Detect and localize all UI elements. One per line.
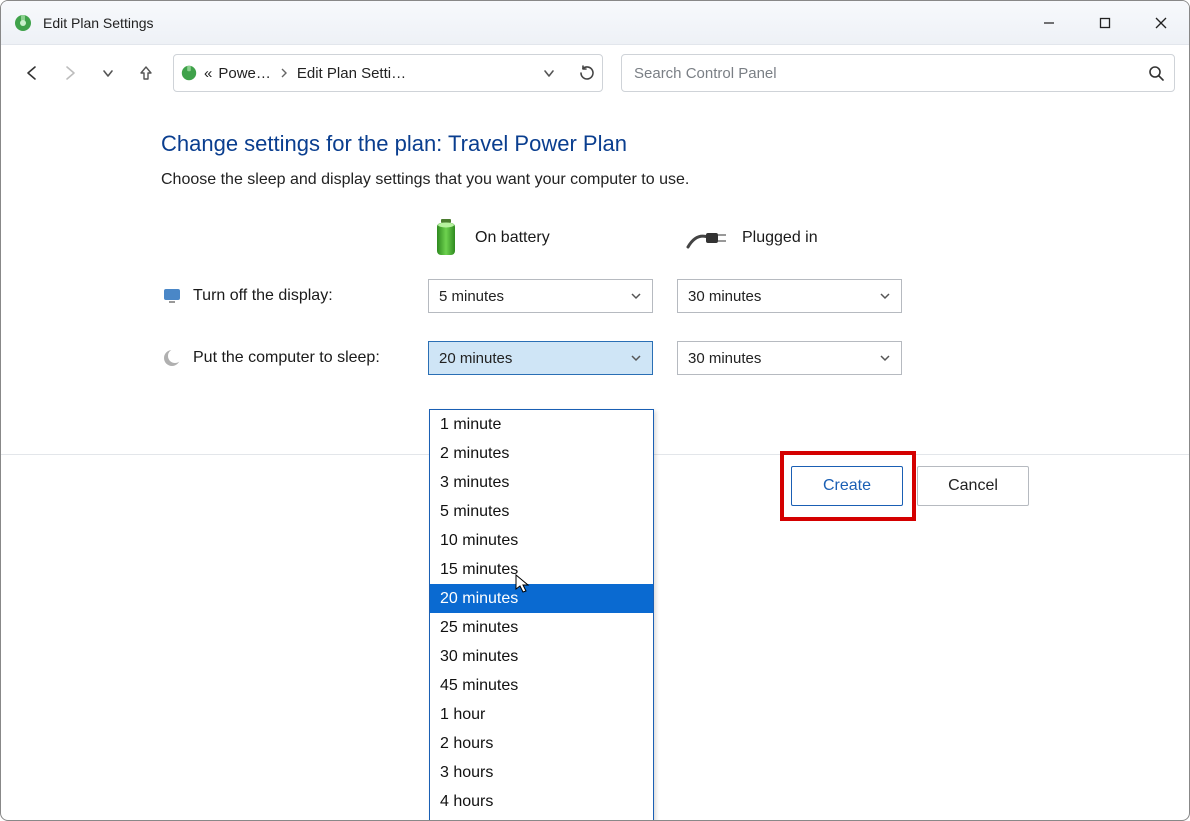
page-title: Change settings for the plan: Travel Pow… [161,131,1189,157]
search-icon[interactable] [1148,65,1164,81]
chevron-down-icon [879,352,891,364]
cancel-button[interactable]: Cancel [917,466,1029,506]
minimize-button[interactable] [1021,1,1077,45]
column-plugged-in: Plugged in [686,223,911,253]
chevron-down-icon [879,290,891,302]
forward-button[interactable] [53,56,87,90]
display-plugged-select[interactable]: 30 minutes [677,279,902,313]
breadcrumb-trunc: « [204,65,212,82]
dropdown-option[interactable]: 1 minute [430,410,653,439]
dropdown-option[interactable]: 5 minutes [430,497,653,526]
power-plan-icon [180,64,198,82]
row-label: Turn off the display: [193,287,428,305]
window-title: Edit Plan Settings [43,15,154,31]
button-label: Create [823,477,871,495]
search-input[interactable] [632,64,1148,83]
dropdown-option[interactable]: 20 minutes [430,584,653,613]
toolbar: « Powe… Edit Plan Setti… [1,45,1189,101]
dropdown-option[interactable]: 45 minutes [430,671,653,700]
row-sleep: Put the computer to sleep: 20 minutes 30… [161,341,1189,375]
column-headers: On battery Plugged in [431,217,1189,259]
plug-icon [686,223,728,253]
refresh-button[interactable] [578,64,596,82]
address-bar[interactable]: « Powe… Edit Plan Setti… [173,54,603,92]
column-label: On battery [475,229,550,247]
breadcrumb-seg2[interactable]: Edit Plan Setti… [297,65,406,82]
button-label: Cancel [948,477,998,495]
dropdown-option[interactable]: 3 hours [430,758,653,787]
dropdown-option[interactable]: 3 minutes [430,468,653,497]
row-turn-off-display: Turn off the display: 5 minutes 30 minut… [161,279,1189,313]
search-box[interactable] [621,54,1175,92]
dropdown-option[interactable]: 30 minutes [430,642,653,671]
battery-icon [431,217,461,259]
up-button[interactable] [129,56,163,90]
select-value: 30 minutes [688,288,761,305]
select-value: 5 minutes [439,288,504,305]
recent-locations-button[interactable] [91,56,125,90]
moon-icon [161,347,183,369]
close-button[interactable] [1133,1,1189,45]
select-value: 30 minutes [688,350,761,367]
dropdown-option[interactable]: 25 minutes [430,613,653,642]
window: Edit Plan Settings [0,0,1190,821]
content: Change settings for the plan: Travel Pow… [1,101,1189,375]
sleep-plugged-select[interactable]: 30 minutes [677,341,902,375]
sleep-battery-select[interactable]: 20 minutes [428,341,653,375]
page-subtitle: Choose the sleep and display settings th… [161,171,1189,189]
breadcrumb-seg1[interactable]: Powe… [218,65,271,82]
dropdown-option[interactable]: 2 hours [430,729,653,758]
display-battery-select[interactable]: 5 minutes [428,279,653,313]
dropdown-option[interactable]: 1 hour [430,700,653,729]
chevron-down-icon [630,290,642,302]
dropdown-option[interactable]: 4 hours [430,787,653,816]
chevron-down-icon [630,352,642,364]
power-plan-icon [13,13,33,33]
chevron-right-icon[interactable] [277,68,291,78]
sleep-battery-dropdown[interactable]: 1 minute2 minutes3 minutes5 minutes10 mi… [429,409,654,821]
window-controls [1021,1,1189,45]
select-value: 20 minutes [439,350,512,367]
create-button[interactable]: Create [791,466,903,506]
maximize-button[interactable] [1077,1,1133,45]
row-label: Put the computer to sleep: [193,349,428,367]
chevron-down-icon[interactable] [542,66,556,80]
back-button[interactable] [15,56,49,90]
dropdown-option[interactable]: 5 hours [430,816,653,821]
column-on-battery: On battery [431,217,656,259]
dropdown-option[interactable]: 2 minutes [430,439,653,468]
column-label: Plugged in [742,229,818,247]
dropdown-option[interactable]: 15 minutes [430,555,653,584]
titlebar: Edit Plan Settings [1,1,1189,45]
dropdown-option[interactable]: 10 minutes [430,526,653,555]
display-icon [161,285,183,307]
